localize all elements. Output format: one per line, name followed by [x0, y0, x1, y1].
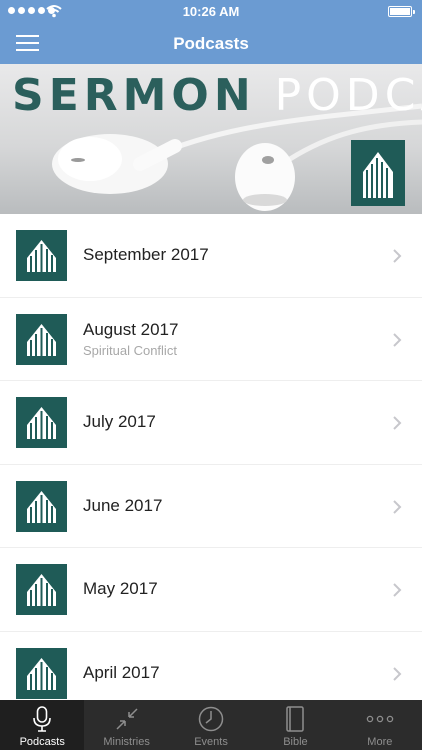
banner-word-podcast: PODCAST — [274, 70, 422, 121]
tab-label: Ministries — [103, 736, 150, 748]
navigation-bar: Podcasts — [0, 24, 422, 64]
tab-events[interactable]: Events — [169, 700, 253, 750]
episode-thumbnail-icon — [16, 647, 67, 699]
episode-title: August 2017 — [83, 319, 179, 339]
chevron-right-icon — [393, 499, 402, 514]
status-bar: 10:26 AM — [0, 0, 422, 24]
episode-title: June 2017 — [83, 495, 163, 515]
episode-title: April 2017 — [83, 662, 160, 682]
chevron-right-icon — [393, 249, 402, 263]
sermon-podcast-banner: SERMON PODCAST — [0, 64, 422, 214]
episode-subtitle: Spiritual Conflict — [83, 342, 177, 358]
clock-icon — [198, 706, 224, 732]
episode-list: September 2017 August 2017 Spiritual Con… — [0, 214, 422, 715]
chevron-right-icon — [393, 583, 402, 597]
more-dots-icon — [366, 715, 394, 723]
banner-word-sermon: SERMON — [12, 70, 256, 121]
episode-thumbnail-icon — [16, 230, 67, 281]
tab-bible[interactable]: Bible — [253, 700, 337, 750]
chevron-right-icon — [393, 416, 402, 430]
tab-ministries[interactable]: Ministries — [84, 700, 168, 750]
tab-label: More — [367, 736, 393, 748]
tab-bar: Podcasts Ministries Events Bible More — [0, 700, 422, 750]
battery-icon — [388, 6, 415, 17]
chevron-right-icon — [393, 666, 402, 681]
status-time: 10:26 AM — [182, 4, 240, 19]
compress-arrows-icon — [116, 708, 138, 730]
episode-thumbnail-icon — [16, 480, 67, 532]
episode-thumbnail-icon — [16, 397, 67, 448]
chevron-right-icon — [393, 332, 402, 347]
episode-title: May 2017 — [83, 579, 158, 599]
list-item[interactable]: July 2017 — [0, 381, 422, 465]
list-item[interactable]: May 2017 — [0, 548, 422, 632]
page-title: Podcasts — [173, 34, 249, 53]
episode-thumbnail-icon — [16, 564, 67, 615]
list-item[interactable]: June 2017 — [0, 464, 422, 548]
tab-more[interactable]: More — [338, 700, 422, 750]
list-item[interactable]: August 2017 Spiritual Conflict — [0, 297, 422, 381]
tab-label: Bible — [283, 736, 308, 748]
book-icon — [286, 706, 305, 732]
list-item[interactable]: September 2017 — [0, 214, 422, 298]
episode-title: September 2017 — [83, 245, 209, 265]
church-logo-icon — [351, 140, 405, 206]
episode-title: July 2017 — [83, 412, 156, 432]
episode-thumbnail-icon — [16, 313, 67, 365]
tab-label: Events — [194, 736, 228, 748]
tab-label: Podcasts — [19, 736, 65, 748]
tab-podcasts[interactable]: Podcasts — [0, 700, 85, 750]
microphone-icon — [33, 706, 52, 732]
